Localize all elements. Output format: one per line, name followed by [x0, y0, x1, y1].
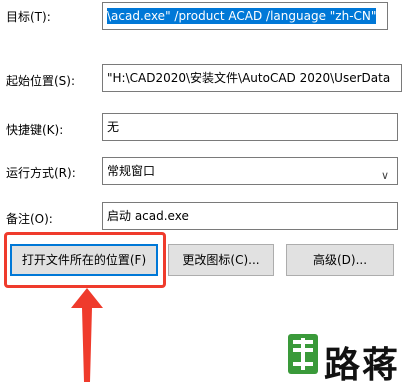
comment-label: 备注(O):	[6, 212, 53, 226]
shortcut-key-label: 快捷键(K):	[6, 123, 64, 137]
run-select-value: 常规窗口	[107, 164, 156, 178]
start-in-label: 起始位置(S):	[6, 74, 76, 88]
shortcut-key-field[interactable]: 无	[102, 113, 398, 141]
watermark-logo: 路蒋	[284, 324, 414, 386]
red-arrow-annotation	[71, 288, 103, 382]
chevron-down-icon: ∨	[380, 169, 389, 182]
watermark-text: 路蒋	[324, 345, 401, 386]
change-icon-button[interactable]: 更改图标(C)...	[168, 244, 274, 276]
run-select[interactable]: 常规窗口 ∨	[102, 157, 398, 185]
run-label: 运行方式(R):	[6, 166, 76, 180]
target-field[interactable]: \acad.exe" /product ACAD /language "zh-C…	[102, 2, 388, 30]
start-in-field[interactable]: "H:\CAD2020\安装文件\AutoCAD 2020\UserData	[102, 64, 402, 92]
target-value: \acad.exe" /product ACAD /language "zh-C…	[107, 8, 377, 24]
comment-field[interactable]: 启动 acad.exe	[102, 202, 398, 230]
advanced-button[interactable]: 高级(D)...	[286, 244, 394, 276]
highlight-annotation-box	[4, 232, 166, 288]
target-label: 目标(T):	[6, 10, 51, 24]
